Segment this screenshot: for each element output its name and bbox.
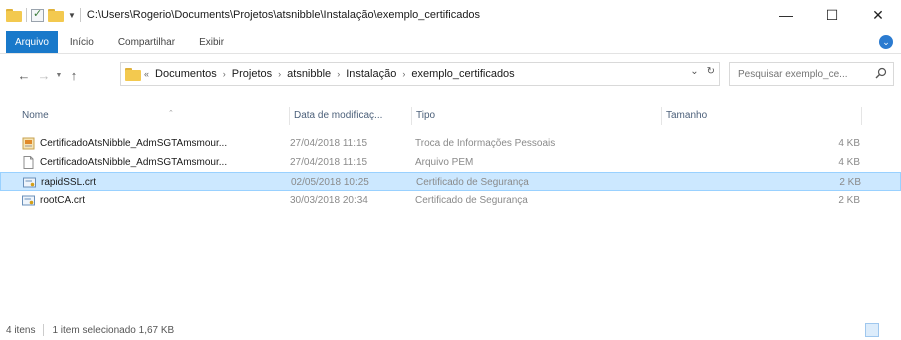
customize-toolbar-dropdown[interactable]: ▼ bbox=[68, 11, 76, 20]
window-title: C:\Users\Rogerio\Documents\Projetos\atsn… bbox=[86, 9, 481, 21]
file-date: 02/05/2018 10:25 bbox=[291, 177, 369, 188]
file-row-selected[interactable]: rapidSSL.crt 02/05/2018 10:25 Certificad… bbox=[0, 172, 901, 191]
expand-ribbon-icon[interactable]: ⌄ bbox=[879, 35, 893, 49]
tab-file[interactable]: Arquivo bbox=[6, 31, 58, 53]
file-size: 4 KB bbox=[838, 138, 860, 149]
refresh-button[interactable]: ↻ bbox=[707, 66, 715, 77]
address-controls: ⌄ ↻ bbox=[690, 66, 715, 77]
file-date: 27/04/2018 11:15 bbox=[290, 138, 368, 149]
breadcrumb-separator[interactable]: › bbox=[275, 69, 284, 79]
file-name: rootCA.crt bbox=[40, 195, 86, 206]
view-toggle bbox=[865, 323, 895, 337]
toolbar-divider bbox=[26, 8, 27, 22]
certificate-file-icon bbox=[23, 177, 36, 188]
breadcrumb-separator[interactable]: › bbox=[334, 69, 343, 79]
file-name: CertificadoAtsNibble_AdmSGTAmsmour... bbox=[40, 157, 228, 168]
file-date: 30/03/2018 20:34 bbox=[290, 195, 368, 206]
breadcrumb-projetos[interactable]: Projetos bbox=[229, 68, 275, 80]
search-icon[interactable] bbox=[875, 67, 887, 79]
selection-info: 1 item selecionado 1,67 KB bbox=[52, 324, 175, 336]
column-date-label: Data de modificaç... bbox=[294, 110, 383, 121]
column-headers: Nome ⌃ Data de modificaç... Tipo Tamanho bbox=[0, 103, 901, 127]
title-bar: ▼ C:\Users\Rogerio\Documents\Projetos\at… bbox=[0, 0, 901, 30]
tab-share[interactable]: Compartilhar bbox=[106, 31, 187, 53]
blank-file-icon bbox=[23, 156, 34, 169]
search-box[interactable] bbox=[729, 62, 894, 86]
breadcrumb-exemplo-certificados[interactable]: exemplo_certificados bbox=[408, 68, 517, 80]
breadcrumb-overflow[interactable]: « bbox=[141, 69, 152, 79]
column-header-type[interactable]: Tipo bbox=[412, 107, 662, 125]
large-icons-view-icon[interactable] bbox=[881, 323, 895, 337]
folder-icon bbox=[125, 67, 141, 81]
file-name: rapidSSL.crt bbox=[41, 177, 97, 188]
certificate-file-icon bbox=[22, 195, 35, 206]
file-size: 2 KB bbox=[838, 195, 860, 206]
properties-icon[interactable] bbox=[31, 7, 44, 22]
item-count: 4 itens bbox=[6, 324, 36, 336]
recent-locations-dropdown[interactable]: ▼ bbox=[54, 72, 64, 79]
file-size: 4 KB bbox=[838, 157, 860, 168]
file-type: Certificado de Segurança bbox=[416, 177, 529, 188]
file-row[interactable]: CertificadoAtsNibble_AdmSGTAmsmour... 27… bbox=[0, 134, 901, 153]
sort-indicator-icon: ⌃ bbox=[168, 110, 174, 117]
column-size-label: Tamanho bbox=[666, 110, 708, 121]
column-header-name[interactable]: Nome ⌃ bbox=[18, 107, 290, 125]
file-list: CertificadoAtsNibble_AdmSGTAmsmour... 27… bbox=[0, 134, 901, 210]
ribbon-tabs: Arquivo Início Compartilhar Exibir ⌄ bbox=[0, 30, 901, 54]
file-size: 2 KB bbox=[839, 177, 861, 188]
file-type: Certificado de Segurança bbox=[415, 195, 528, 206]
status-bar: 4 itens 1 item selecionado 1,67 KB bbox=[0, 320, 901, 340]
breadcrumb-separator[interactable]: › bbox=[399, 69, 408, 79]
minimize-button[interactable]: — bbox=[763, 0, 809, 30]
file-row[interactable]: rootCA.crt 30/03/2018 20:34 Certificado … bbox=[0, 191, 901, 210]
status-divider bbox=[43, 324, 45, 336]
back-button[interactable]: ← bbox=[14, 64, 34, 86]
navigation-bar: ← → ▼ ↑ « Documentos › Projetos › atsnib… bbox=[0, 62, 901, 88]
column-header-size[interactable]: Tamanho bbox=[662, 107, 862, 125]
up-button[interactable]: ↑ bbox=[64, 64, 84, 86]
address-bar[interactable]: « Documentos › Projetos › atsnibble › In… bbox=[120, 62, 720, 86]
breadcrumb-instalacao[interactable]: Instalação bbox=[343, 68, 399, 80]
folder-icon bbox=[6, 8, 22, 22]
tab-view[interactable]: Exibir bbox=[187, 31, 236, 53]
breadcrumb-separator[interactable]: › bbox=[220, 69, 229, 79]
breadcrumb-atsnibble[interactable]: atsnibble bbox=[284, 68, 334, 80]
toolbar-divider bbox=[79, 8, 81, 22]
breadcrumb-documentos[interactable]: Documentos bbox=[152, 68, 220, 80]
column-name-label: Nome bbox=[22, 110, 49, 121]
chevron-down-icon[interactable]: ⌄ bbox=[690, 66, 698, 77]
file-type: Troca de Informações Pessoais bbox=[415, 138, 556, 149]
file-name: CertificadoAtsNibble_AdmSGTAmsmour... bbox=[40, 138, 228, 149]
maximize-button[interactable]: ☐ bbox=[809, 0, 855, 30]
search-input[interactable] bbox=[738, 68, 878, 80]
tab-home[interactable]: Início bbox=[58, 31, 106, 53]
details-view-icon[interactable] bbox=[865, 323, 879, 337]
forward-button[interactable]: → bbox=[34, 64, 54, 86]
close-button[interactable]: ✕ bbox=[855, 0, 901, 30]
window-controls: — ☐ ✕ bbox=[763, 0, 901, 30]
pfx-certificate-icon bbox=[22, 137, 35, 150]
file-date: 27/04/2018 11:15 bbox=[290, 157, 368, 168]
quick-access-toolbar: ▼ bbox=[0, 7, 81, 22]
file-type: Arquivo PEM bbox=[415, 157, 474, 168]
new-folder-icon[interactable] bbox=[48, 8, 64, 22]
column-header-date[interactable]: Data de modificaç... bbox=[290, 107, 412, 125]
column-type-label: Tipo bbox=[416, 110, 436, 121]
file-row[interactable]: CertificadoAtsNibble_AdmSGTAmsmour... 27… bbox=[0, 153, 901, 172]
